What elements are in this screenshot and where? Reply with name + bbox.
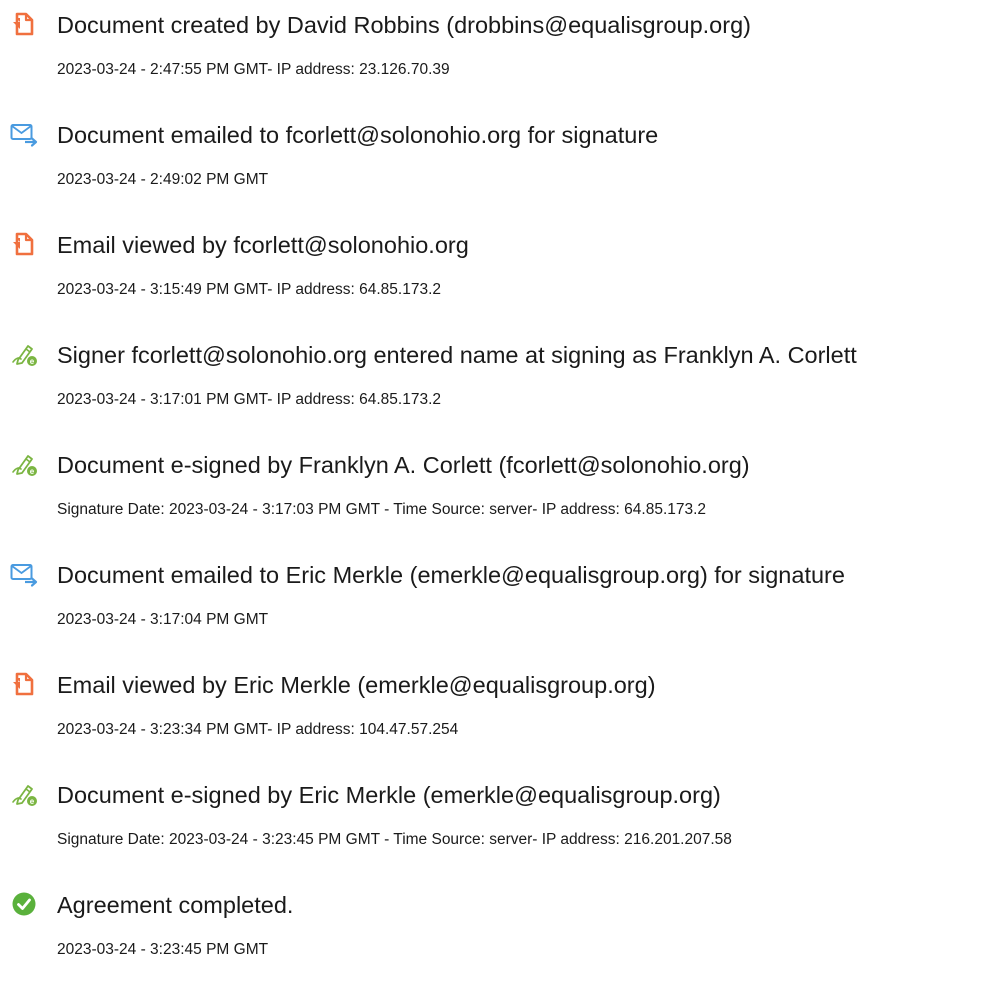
esign-pen-icon: e — [10, 450, 38, 478]
event-timestamp: 2023-03-24 - 3:23:34 PM GMT- IP address:… — [57, 721, 459, 738]
event-title: Document emailed to Eric Merkle (emerkle… — [57, 562, 845, 588]
svg-text:e: e — [30, 467, 35, 476]
esign-pen-icon: e — [10, 780, 38, 808]
check-circle-icon — [10, 890, 38, 918]
audit-event: e Document e-signed by Eric Merkle (emerk… — [0, 770, 987, 870]
event-title: Email viewed by fcorlett@solonohio.org — [57, 232, 469, 258]
document-icon — [10, 230, 38, 258]
event-timestamp: Signature Date: 2023-03-24 - 3:17:03 PM … — [57, 501, 707, 518]
email-sent-icon — [10, 560, 38, 588]
event-timestamp: Signature Date: 2023-03-24 - 3:23:45 PM … — [57, 831, 732, 848]
audit-event: Document emailed to Eric Merkle (emerkle… — [0, 550, 987, 650]
audit-event: Document emailed to fcorlett@solonohio.o… — [0, 110, 987, 210]
audit-event: Agreement completed. 2023-03-24 - 3:23:45… — [0, 880, 987, 980]
document-icon — [10, 670, 38, 698]
event-title: Document e-signed by Eric Merkle (emerkl… — [57, 782, 721, 808]
esign-pen-icon: e — [10, 340, 38, 368]
audit-event: Email viewed by fcorlett@solonohio.org 20… — [0, 220, 987, 320]
event-timestamp: 2023-03-24 - 3:17:01 PM GMT- IP address:… — [57, 391, 441, 408]
event-timestamp: 2023-03-24 - 2:47:55 PM GMT- IP address:… — [57, 61, 450, 78]
audit-event: Document created by David Robbins (drobb… — [0, 0, 987, 100]
svg-text:e: e — [30, 357, 35, 366]
event-title: Document emailed to fcorlett@solonohio.o… — [57, 122, 659, 148]
event-title: Document created by David Robbins (drobb… — [57, 12, 751, 38]
event-timestamp: 2023-03-24 - 3:17:04 PM GMT — [57, 611, 269, 628]
event-timestamp: 2023-03-24 - 3:23:45 PM GMT — [57, 941, 269, 958]
event-title: Signer fcorlett@solonohio.org entered na… — [57, 342, 857, 368]
event-title: Agreement completed. — [57, 892, 294, 918]
event-title: Document e-signed by Franklyn A. Corlett… — [57, 452, 750, 478]
email-sent-icon — [10, 120, 38, 148]
svg-text:e: e — [30, 797, 35, 806]
audit-event: Email viewed by Eric Merkle (emerkle@equ… — [0, 660, 987, 760]
audit-event: e Document e-signed by Franklyn A. Corlet… — [0, 440, 987, 540]
event-timestamp: 2023-03-24 - 3:15:49 PM GMT- IP address:… — [57, 281, 441, 298]
event-title: Email viewed by Eric Merkle (emerkle@equ… — [57, 672, 656, 698]
audit-event: e Signer fcorlett@solonohio.org entered n… — [0, 330, 987, 430]
document-icon — [10, 10, 38, 38]
event-timestamp: 2023-03-24 - 2:49:02 PM GMT — [57, 171, 269, 188]
